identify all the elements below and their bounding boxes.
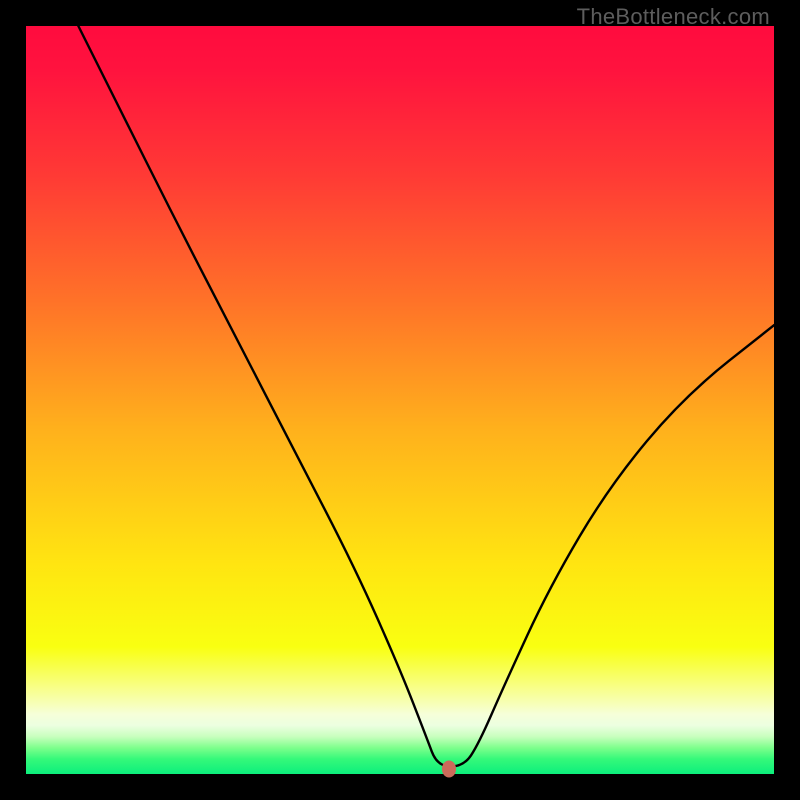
chart-frame: TheBottleneck.com (0, 0, 800, 800)
chart-plot-area (26, 26, 774, 774)
bottleneck-curve (26, 26, 774, 774)
watermark-text: TheBottleneck.com (577, 4, 770, 30)
optimal-point-marker (442, 760, 456, 777)
